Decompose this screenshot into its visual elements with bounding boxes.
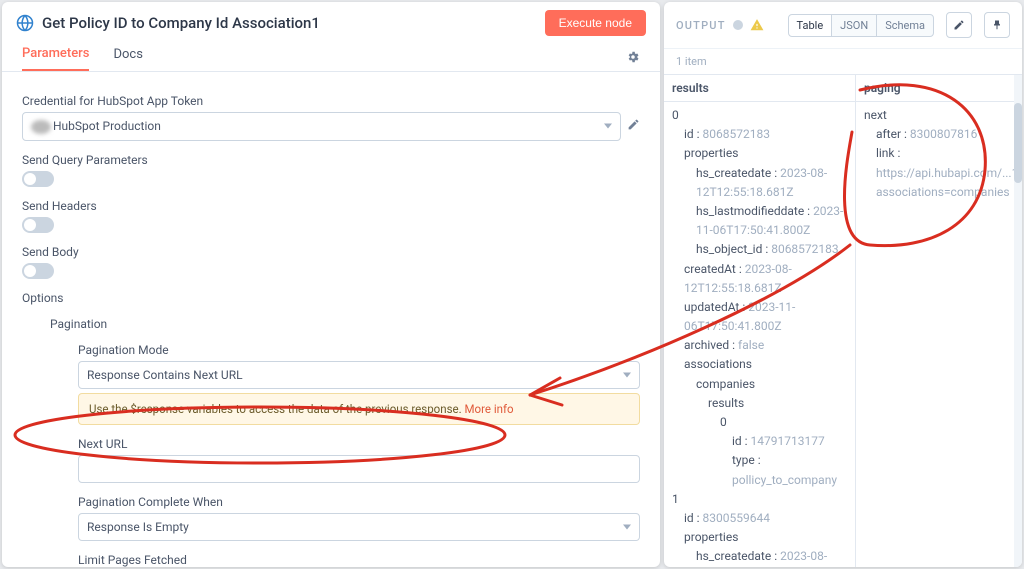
output-panel: OUTPUT Table JSON Schema 1 item results … (664, 2, 1022, 567)
globe-icon (16, 14, 34, 32)
col-results-header: results (664, 75, 855, 102)
credential-value: HubSpot Production (53, 119, 161, 133)
tab-docs[interactable]: Docs (113, 47, 142, 70)
info-text: Use the $response variables to access th… (89, 402, 465, 416)
output-label: OUTPUT (676, 19, 726, 32)
view-json[interactable]: JSON (831, 14, 877, 37)
view-schema[interactable]: Schema (876, 14, 934, 37)
pencil-icon[interactable] (627, 118, 640, 135)
more-info-link[interactable]: More info (465, 402, 514, 416)
complete-when-select[interactable]: Response Is Empty (78, 513, 640, 541)
pin-output-button[interactable] (984, 12, 1010, 38)
info-box: Use the $response variables to access th… (78, 393, 640, 425)
output-table: results 0 id : 8068572183 properties hs_… (664, 74, 1022, 567)
scrollbar-thumb[interactable] (1014, 103, 1022, 183)
view-switcher: Table JSON Schema (789, 14, 934, 37)
send-headers-label: Send Headers (22, 199, 640, 213)
credential-avatar (31, 120, 51, 134)
send-headers-toggle[interactable] (22, 217, 54, 233)
pagination-heading: Pagination (50, 317, 640, 331)
options-label: Options (22, 291, 640, 305)
next-url-label: Next URL (78, 437, 640, 451)
paging-cell: next after : 8300807816 link : https://a… (856, 102, 1022, 222)
config-panel: Get Policy ID to Company Id Association1… (2, 2, 660, 567)
credential-select[interactable]: HubSpot Production (22, 112, 621, 141)
warning-icon (750, 18, 764, 32)
view-table[interactable]: Table (788, 14, 833, 37)
edit-output-button[interactable] (946, 12, 972, 38)
item-count: 1 item (664, 49, 1022, 74)
next-url-input[interactable] (78, 455, 640, 483)
pagination-mode-label: Pagination Mode (78, 343, 640, 357)
info-icon (732, 19, 744, 31)
execute-node-button[interactable]: Execute node (545, 10, 646, 36)
results-cell: 0 id : 8068572183 properties hs_createda… (664, 102, 855, 567)
send-body-toggle[interactable] (22, 263, 54, 279)
credential-label: Credential for HubSpot App Token (22, 94, 640, 108)
send-body-label: Send Body (22, 245, 640, 259)
complete-when-label: Pagination Complete When (78, 495, 640, 509)
page-title: Get Policy ID to Company Id Association1 (42, 14, 537, 32)
limit-pages-label: Limit Pages Fetched (78, 553, 640, 567)
pagination-mode-select[interactable]: Response Contains Next URL (78, 361, 640, 389)
send-query-toggle[interactable] (22, 171, 54, 187)
tab-parameters[interactable]: Parameters (22, 46, 89, 71)
gear-icon[interactable] (626, 50, 640, 68)
col-paging-header: paging (856, 75, 1022, 102)
send-query-label: Send Query Parameters (22, 153, 640, 167)
